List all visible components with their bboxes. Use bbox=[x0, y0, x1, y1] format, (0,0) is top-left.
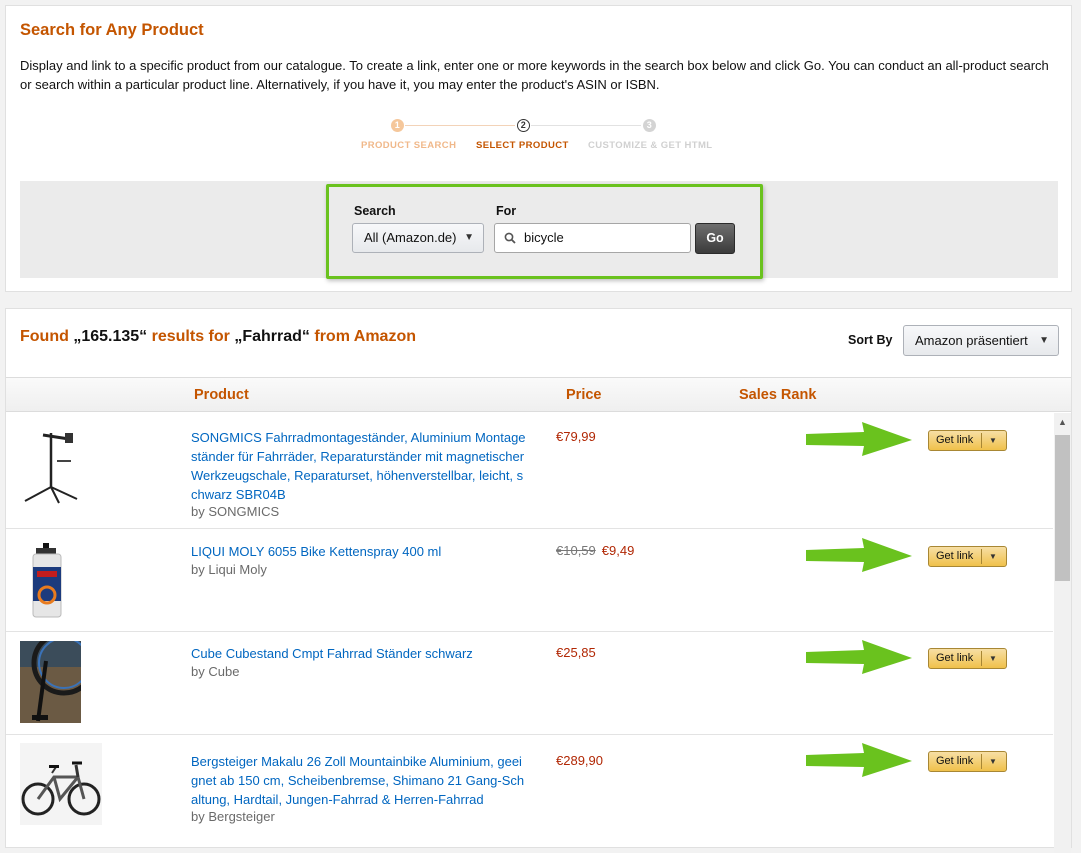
table-header: Product Price Sales Rank bbox=[6, 377, 1071, 412]
chevron-down-icon: ▼ bbox=[464, 232, 474, 243]
step-label: CUSTOMIZE & GET HTML bbox=[588, 140, 713, 151]
arrow-right-icon bbox=[806, 743, 912, 777]
product-price: €289,90 bbox=[556, 753, 603, 768]
search-label: Search bbox=[354, 204, 396, 218]
chevron-down-icon[interactable]: ▼ bbox=[989, 547, 997, 566]
column-header-product[interactable]: Product bbox=[194, 387, 249, 403]
price-current: €25,85 bbox=[556, 645, 596, 660]
sort-select[interactable]: Amazon präsentiert ▼ bbox=[903, 325, 1059, 356]
product-title-link[interactable]: Cube Cubestand Cmpt Fahrrad Ständer schw… bbox=[191, 644, 526, 663]
results-scrollbar[interactable]: ▲ bbox=[1054, 413, 1071, 853]
price-current: €9,49 bbox=[601, 543, 635, 558]
button-divider bbox=[981, 433, 982, 448]
product-price: €79,99 bbox=[556, 429, 596, 444]
chevron-down-icon[interactable]: ▼ bbox=[989, 431, 997, 450]
scroll-up-icon[interactable]: ▲ bbox=[1058, 417, 1067, 427]
step-connector bbox=[531, 125, 641, 126]
intro-text: Display and link to a specific product f… bbox=[20, 58, 1049, 92]
results-summary: Found „165.135“ results for „Fahrrad“ fr… bbox=[20, 328, 416, 346]
product-brand: by Liqui Moly bbox=[191, 562, 267, 577]
price-current: €289,90 bbox=[556, 753, 603, 768]
arrow-right-icon bbox=[806, 422, 912, 456]
get-link-button[interactable]: Get link ▼ bbox=[928, 751, 1007, 772]
product-title-link[interactable]: LIQUI MOLY 6055 Bike Kettenspray 400 ml bbox=[191, 542, 526, 561]
search-icon bbox=[504, 232, 516, 244]
product-brand: by SONGMICS bbox=[191, 504, 280, 519]
product-price: €25,85 bbox=[556, 645, 596, 660]
results-mid: results for bbox=[151, 328, 230, 345]
table-row: Cube Cubestand Cmpt Fahrrad Ständer schw… bbox=[6, 632, 1053, 735]
product-title-link[interactable]: SONGMICS Fahrradmontageständer, Aluminiu… bbox=[191, 428, 526, 504]
button-divider bbox=[981, 549, 982, 564]
get-link-label: Get link bbox=[936, 755, 974, 767]
results-suffix: from Amazon bbox=[314, 328, 416, 345]
step-number: 1 bbox=[391, 119, 404, 132]
category-value: All (Amazon.de) bbox=[364, 230, 457, 245]
get-link-label: Get link bbox=[936, 652, 974, 664]
step-connector bbox=[405, 125, 515, 126]
chevron-down-icon[interactable]: ▼ bbox=[989, 752, 997, 771]
search-input[interactable]: bicycle bbox=[494, 223, 691, 253]
results-count: „165.135“ bbox=[73, 328, 148, 345]
button-divider bbox=[981, 754, 982, 769]
get-link-label: Get link bbox=[936, 434, 974, 446]
go-button[interactable]: Go bbox=[695, 223, 735, 254]
price-old: €10,59 bbox=[556, 543, 596, 558]
arrow-right-icon bbox=[806, 538, 912, 572]
table-row: LIQUI MOLY 6055 Bike Kettenspray 400 ml … bbox=[6, 529, 1053, 632]
table-row: SONGMICS Fahrradmontageständer, Aluminiu… bbox=[6, 411, 1053, 529]
product-price: €10,59 €9,49 bbox=[556, 543, 634, 558]
page-title: Search for Any Product bbox=[20, 21, 204, 39]
product-title-link[interactable]: Bergsteiger Makalu 26 Zoll Mountainbike … bbox=[191, 752, 526, 809]
price-current: €79,99 bbox=[556, 429, 596, 444]
sort-value: Amazon präsentiert bbox=[915, 333, 1028, 348]
for-label: For bbox=[496, 204, 517, 218]
get-link-label: Get link bbox=[936, 550, 974, 562]
found-prefix: Found bbox=[20, 328, 69, 345]
product-brand: by Bergsteiger bbox=[191, 809, 275, 824]
mountain-bike-icon bbox=[20, 743, 102, 825]
get-link-button[interactable]: Get link ▼ bbox=[928, 546, 1007, 567]
chevron-down-icon: ▼ bbox=[1039, 335, 1049, 346]
scrollbar-thumb[interactable] bbox=[1055, 435, 1070, 581]
step-label: SELECT PRODUCT bbox=[476, 140, 569, 151]
step-number: 3 bbox=[643, 119, 656, 132]
column-header-price[interactable]: Price bbox=[566, 387, 601, 403]
arrow-right-icon bbox=[806, 640, 912, 674]
bike-repair-stand-icon bbox=[24, 433, 78, 504]
chevron-down-icon[interactable]: ▼ bbox=[989, 649, 997, 668]
step-number: 2 bbox=[517, 119, 530, 132]
sort-by-label: Sort By bbox=[848, 333, 893, 347]
results-panel: Found „165.135“ results for „Fahrrad“ fr… bbox=[5, 308, 1072, 853]
spray-can-icon bbox=[32, 543, 62, 618]
product-brand: by Cube bbox=[191, 664, 240, 679]
step-progress: 1 PRODUCT SEARCH 2 SELECT PRODUCT 3 CUST… bbox=[346, 118, 746, 158]
column-header-sales-rank[interactable]: Sales Rank bbox=[739, 387, 816, 403]
step-label: PRODUCT SEARCH bbox=[361, 140, 457, 151]
results-term: „Fahrrad“ bbox=[234, 328, 310, 345]
search-query: bicycle bbox=[524, 230, 564, 245]
category-select[interactable]: All (Amazon.de) ▼ bbox=[352, 223, 484, 253]
get-link-button[interactable]: Get link ▼ bbox=[928, 648, 1007, 669]
table-row: Bergsteiger Makalu 26 Zoll Mountainbike … bbox=[6, 735, 1053, 850]
search-form-highlight: Search For All (Amazon.de) ▼ bicycle Go bbox=[326, 184, 763, 279]
kickstand-photo-icon bbox=[20, 641, 81, 723]
button-divider bbox=[981, 651, 982, 666]
get-link-button[interactable]: Get link ▼ bbox=[928, 430, 1007, 451]
